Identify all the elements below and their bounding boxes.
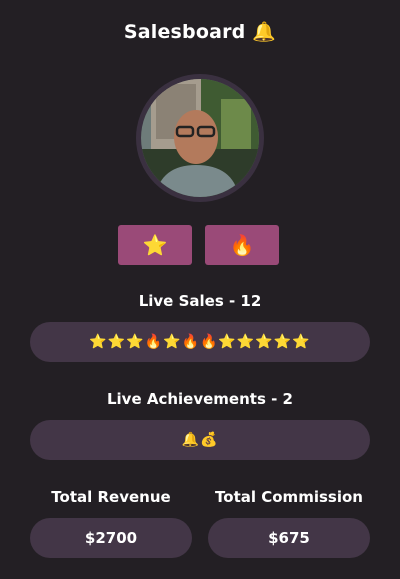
- fire-button[interactable]: 🔥: [205, 225, 279, 265]
- live-achievements-label: Live Achievements - 2: [106, 390, 293, 408]
- total-revenue-value: $2700: [30, 518, 192, 558]
- avatar-photo: [141, 79, 259, 197]
- live-achievements-icons: 🔔💰: [30, 420, 370, 460]
- total-commission-label: Total Commission: [215, 488, 363, 506]
- page-title: Salesboard 🔔: [123, 21, 277, 43]
- total-commission-value: $675: [208, 518, 370, 558]
- avatar: [136, 74, 264, 202]
- live-sales-icons: ⭐⭐⭐🔥⭐🔥🔥⭐⭐⭐⭐⭐: [30, 322, 370, 362]
- live-sales-label: Live Sales - 12: [138, 292, 262, 310]
- star-button[interactable]: ⭐: [118, 225, 192, 265]
- total-revenue-label: Total Revenue: [51, 488, 171, 506]
